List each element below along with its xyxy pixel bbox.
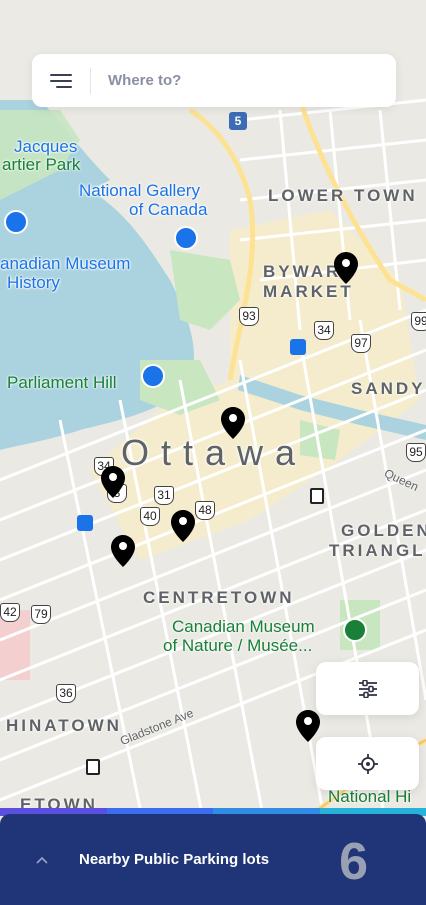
- search-input[interactable]: Where to?: [108, 72, 181, 89]
- parking-lot-pin[interactable]: [171, 510, 195, 542]
- route-shield: 40: [140, 507, 160, 526]
- crosshair-icon: [357, 753, 378, 774]
- route-shield: 36: [56, 684, 76, 703]
- menu-button[interactable]: [32, 54, 90, 107]
- locate-me-button[interactable]: [316, 737, 419, 790]
- route-shield: 93: [239, 307, 259, 326]
- filter-button[interactable]: [316, 662, 419, 715]
- highway-shield: 5: [229, 112, 247, 130]
- sliders-icon: [358, 679, 377, 698]
- parking-count: 6: [339, 833, 368, 891]
- search-bar[interactable]: Where to?: [32, 54, 396, 107]
- sheet-title: Nearby Public Parking lots: [79, 851, 270, 868]
- parking-lot-pin[interactable]: [296, 710, 320, 742]
- route-shield: 99: [411, 312, 426, 331]
- menu-icon: [50, 73, 72, 88]
- parking-lot-pin[interactable]: [221, 407, 245, 439]
- parking-lot-pin[interactable]: [111, 535, 135, 567]
- chevron-up-icon[interactable]: [35, 855, 49, 865]
- bottom-sheet[interactable]: Nearby Public Parking lots 6: [0, 814, 426, 905]
- parking-lot-pin[interactable]: [334, 252, 358, 284]
- route-shield: 97: [351, 334, 371, 353]
- route-shield: 48: [195, 501, 215, 520]
- route-shield: 31: [154, 486, 174, 505]
- search-divider: [90, 67, 91, 94]
- parking-lot-pin[interactable]: [101, 466, 125, 498]
- route-shield: 95: [406, 443, 426, 462]
- route-shield: 42: [0, 603, 20, 622]
- route-shield: 34: [314, 321, 334, 340]
- route-shield: 79: [31, 605, 51, 624]
